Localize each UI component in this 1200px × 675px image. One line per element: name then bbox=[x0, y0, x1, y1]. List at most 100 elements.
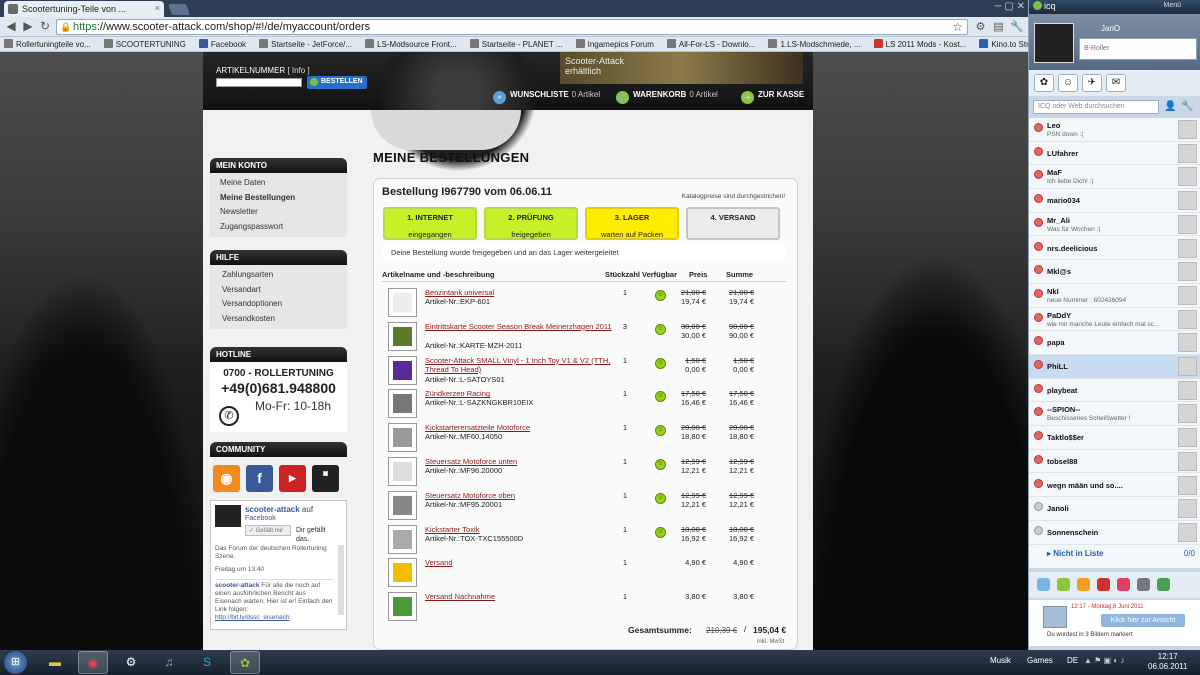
product-name-link[interactable]: Scooter-Attack SMALL Vinyl - 1 Inch Toy … bbox=[425, 356, 613, 374]
icq-menu-button[interactable]: Menü bbox=[1163, 2, 1181, 9]
bubble-app-icon[interactable] bbox=[1097, 578, 1110, 591]
start-button[interactable]: ⊞ bbox=[4, 651, 27, 674]
rss-icon[interactable]: ◉ bbox=[213, 465, 240, 492]
bookmark-item[interactable]: Rollertuningteile vo... bbox=[0, 37, 97, 51]
product-name-link[interactable]: Benzintank universal bbox=[425, 288, 613, 297]
fb-scrollbar[interactable] bbox=[338, 545, 344, 615]
bookmark-item[interactable]: Facebook bbox=[195, 37, 252, 51]
not-in-list-group[interactable]: ▸ Nicht in Liste 0/0 bbox=[1029, 546, 1200, 562]
icq-tab-contacts-icon[interactable]: ✿ bbox=[1034, 74, 1054, 92]
link-versandkosten[interactable]: Versandkosten bbox=[222, 312, 347, 327]
add-contact-icon[interactable]: 👤 bbox=[1164, 101, 1176, 112]
icq-contact[interactable]: PaDdY wie mir manche Leute einfach mal sc… bbox=[1029, 308, 1200, 332]
link-meine-bestellungen[interactable]: Meine Bestellungen bbox=[220, 191, 347, 206]
icq-settings-icon[interactable]: 🔧 bbox=[1181, 101, 1193, 112]
product-name-link[interactable]: Steuersatz Motoforce oben bbox=[425, 491, 613, 500]
forward-arrow-icon[interactable]: ▶ bbox=[20, 19, 36, 33]
close-tab-icon[interactable]: × bbox=[155, 3, 160, 13]
check-app-icon[interactable] bbox=[1057, 578, 1070, 591]
product-thumbnail[interactable] bbox=[388, 457, 417, 486]
product-name-link[interactable]: Kickstarterersatzteile Motoforce bbox=[425, 423, 613, 432]
article-number-input[interactable] bbox=[216, 78, 302, 87]
bookmark-item[interactable]: Kino.to Stream Seite... bbox=[975, 37, 1028, 51]
product-thumbnail[interactable] bbox=[388, 389, 417, 419]
header-banner[interactable]: Scooter-Attack erhältlich bbox=[560, 52, 803, 84]
icq-contact[interactable]: playbeat bbox=[1029, 379, 1200, 403]
address-bar[interactable]: 🔒 https://www.scooter-attack.com/shop/#!… bbox=[56, 19, 968, 35]
icq-tab-chat-icon[interactable]: ☺ bbox=[1058, 74, 1078, 92]
fb-feed-link[interactable]: http://bit.ly/dssc_eisenach bbox=[215, 614, 333, 622]
bookmark-item[interactable]: SCOOTERTUNING bbox=[100, 37, 192, 51]
product-thumbnail[interactable] bbox=[388, 355, 417, 385]
browser-tab[interactable]: Scootertuning-Teile von ... × bbox=[4, 1, 164, 17]
product-name-link[interactable]: Kickstarter Toxik bbox=[425, 525, 613, 534]
product-thumbnail[interactable] bbox=[388, 592, 417, 622]
icq-contact[interactable]: PhiLL bbox=[1029, 355, 1200, 379]
info-link[interactable]: [ Info ] bbox=[287, 66, 309, 75]
explorer-icon[interactable]: ▬ bbox=[40, 651, 70, 674]
icq-contact[interactable]: mario034 bbox=[1029, 189, 1200, 213]
icq-tab-birds-icon[interactable]: ✈ bbox=[1082, 74, 1102, 92]
chrome-icon[interactable]: ◉ bbox=[78, 651, 108, 674]
cart-link[interactable]: 🛒 WARENKORB 0 Artikel bbox=[616, 90, 718, 104]
icq-taskbar-icon[interactable]: ✿ bbox=[230, 651, 260, 674]
bookmark-item[interactable]: LS-Modsource Front... bbox=[361, 37, 463, 51]
icq-contact[interactable]: Mr_Ali Was für Wochen :) bbox=[1029, 213, 1200, 237]
product-thumbnail[interactable] bbox=[388, 321, 417, 351]
icq-nickname[interactable]: JanO bbox=[1101, 24, 1120, 33]
order-button[interactable]: BESTELLEN bbox=[307, 76, 367, 89]
link-zahlungsarten[interactable]: Zahlungsarten bbox=[222, 268, 347, 283]
link-newsletter[interactable]: Newsletter bbox=[220, 205, 347, 220]
product-thumbnail[interactable] bbox=[388, 423, 417, 453]
icq-contact[interactable]: Mkl@s bbox=[1029, 260, 1200, 284]
product-thumbnail[interactable] bbox=[388, 524, 417, 554]
product-name-link[interactable]: Versand bbox=[425, 558, 613, 567]
bookmark-item[interactable]: All-For-LS - Downlo... bbox=[663, 37, 761, 51]
icq-contact[interactable]: --SPION-- Beschissenes Scheißwetter ! bbox=[1029, 402, 1200, 427]
icq-contact[interactable]: wegn mään und so.... bbox=[1029, 474, 1200, 498]
bookmark-item[interactable]: Startseite - JetForce/... bbox=[255, 37, 358, 51]
fb-page-name[interactable]: scooter-attack bbox=[245, 505, 300, 514]
icq-status-message[interactable]: B-Roller bbox=[1079, 38, 1197, 60]
fb-like-button[interactable]: ✓ Gefällt mir bbox=[245, 525, 291, 536]
facebook-icon[interactable]: f bbox=[246, 465, 273, 492]
wishlist-link[interactable]: ✦ WUNSCHLISTE 0 Artikel bbox=[493, 90, 600, 104]
tray-games[interactable]: Games bbox=[1027, 656, 1053, 665]
language-indicator[interactable]: DE bbox=[1067, 656, 1078, 665]
product-name-link[interactable]: Versand Nachnahme bbox=[425, 592, 613, 601]
icq-contact[interactable]: MaF Ich liebe Dich! :) bbox=[1029, 165, 1200, 190]
extension-icon[interactable]: ⚙ bbox=[974, 20, 987, 33]
icq-tab-sms-icon[interactable]: ✉ bbox=[1106, 74, 1126, 92]
product-thumbnail[interactable] bbox=[388, 490, 417, 520]
skype-icon[interactable]: S bbox=[192, 651, 222, 674]
icq-contact[interactable]: nrs.deelicious bbox=[1029, 237, 1200, 261]
reload-icon[interactable]: ↻ bbox=[37, 19, 53, 33]
icq-contact[interactable]: Leo PSN down :( bbox=[1029, 118, 1200, 142]
link-meine-daten[interactable]: Meine Daten bbox=[220, 176, 347, 191]
icq-contact[interactable]: Janoli bbox=[1029, 497, 1200, 521]
clock[interactable]: 12:17 06.06.2011 bbox=[1148, 652, 1187, 672]
icq-avatar[interactable] bbox=[1034, 23, 1074, 63]
product-name-link[interactable]: Zündkerzen Racing bbox=[425, 389, 613, 398]
star-app-icon[interactable] bbox=[1117, 578, 1130, 591]
games-app-icon[interactable] bbox=[1037, 578, 1050, 591]
link-versandart[interactable]: Versandart bbox=[222, 283, 347, 298]
scootertuning-icon[interactable]: ▣ bbox=[312, 465, 339, 492]
youtube-icon[interactable]: ▶ bbox=[279, 465, 306, 492]
bookmark-item[interactable]: LS 2011 Mods - Kost... bbox=[870, 37, 973, 51]
steam-icon[interactable]: ⚙ bbox=[116, 651, 146, 674]
tray-musik[interactable]: Musik bbox=[990, 656, 1011, 665]
wrench-icon[interactable]: 🔧 bbox=[1010, 20, 1024, 33]
gift-app-icon[interactable] bbox=[1157, 578, 1170, 591]
product-thumbnail[interactable] bbox=[388, 558, 417, 588]
icq-contact[interactable]: Sonnenschein bbox=[1029, 521, 1200, 545]
box-app-icon[interactable] bbox=[1137, 578, 1150, 591]
bookmark-item[interactable]: Ingamepics Forum bbox=[572, 37, 660, 51]
music-app-icon[interactable] bbox=[1077, 578, 1090, 591]
tray-icons[interactable]: ▲ ⚑ ▣ ◐ ♪ bbox=[1084, 656, 1124, 665]
new-tab-button[interactable] bbox=[167, 4, 191, 15]
product-thumbnail[interactable] bbox=[388, 288, 417, 317]
link-zugangspasswort[interactable]: Zugangspasswort bbox=[220, 220, 347, 235]
page-menu-icon[interactable]: ▤ bbox=[992, 20, 1005, 33]
icq-search-input[interactable]: ICQ oder Web durchsuchen bbox=[1033, 100, 1159, 114]
